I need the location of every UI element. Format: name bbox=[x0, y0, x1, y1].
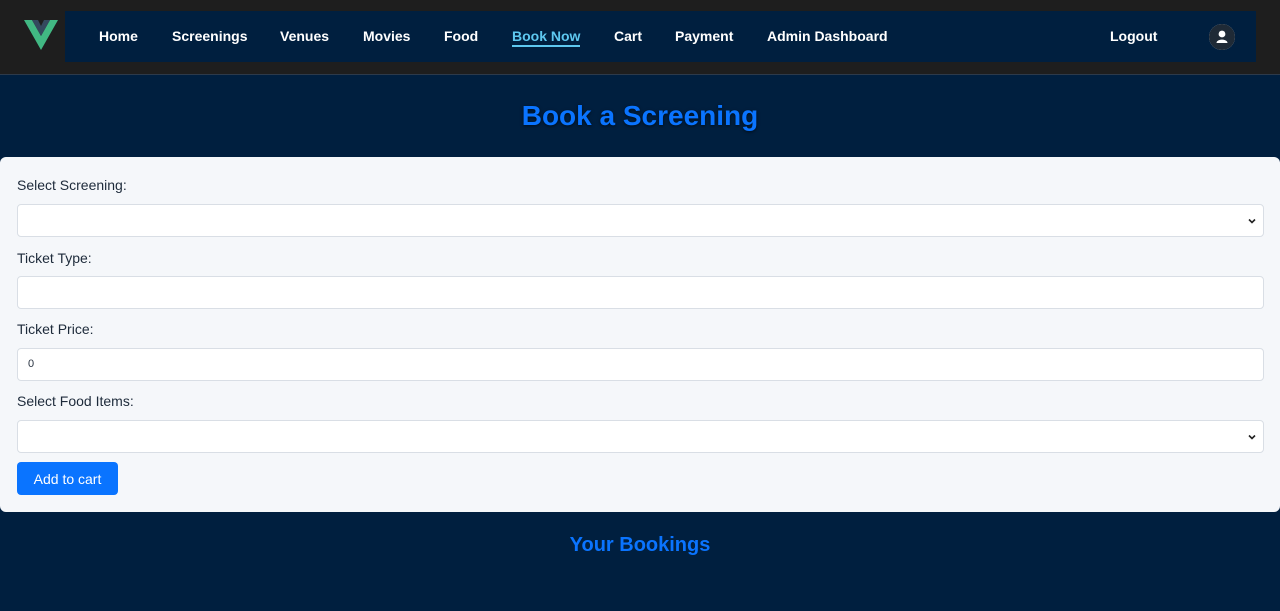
your-bookings-heading: Your Bookings bbox=[569, 534, 711, 556]
page-title: Book a Screening bbox=[521, 100, 759, 131]
ticket-price-value: 0 bbox=[28, 358, 35, 370]
logout-link[interactable]: Logout bbox=[1110, 28, 1157, 44]
chevron-down-icon bbox=[1248, 434, 1256, 440]
top-bar: Home Screenings Venues Movies Food Book … bbox=[0, 0, 1280, 75]
nav-payment[interactable]: Payment bbox=[675, 28, 733, 44]
booking-form: Select Screening: Ticket Type: Ticket Pr… bbox=[0, 157, 1280, 512]
screening-label: Select Screening: bbox=[17, 177, 127, 193]
chevron-down-icon bbox=[1248, 218, 1256, 224]
food-items-label: Select Food Items: bbox=[17, 393, 134, 409]
user-icon bbox=[1209, 24, 1235, 50]
food-items-select[interactable] bbox=[17, 420, 1264, 453]
nav-food[interactable]: Food bbox=[444, 28, 478, 44]
user-avatar[interactable] bbox=[1209, 24, 1235, 50]
nav-book-now[interactable]: Book Now bbox=[512, 28, 581, 47]
ticket-type-input[interactable] bbox=[17, 276, 1264, 309]
screening-select[interactable] bbox=[17, 204, 1264, 237]
main-navigation: Home Screenings Venues Movies Food Book … bbox=[65, 11, 1256, 62]
add-to-cart-button[interactable]: Add to cart bbox=[17, 462, 118, 495]
ticket-type-label: Ticket Type: bbox=[17, 250, 92, 266]
nav-admin-dashboard[interactable]: Admin Dashboard bbox=[767, 28, 888, 44]
ticket-price-input[interactable]: 0 bbox=[17, 348, 1264, 381]
nav-movies[interactable]: Movies bbox=[363, 28, 410, 44]
nav-venues[interactable]: Venues bbox=[280, 28, 329, 44]
nav-home[interactable]: Home bbox=[99, 28, 138, 44]
ticket-price-label: Ticket Price: bbox=[17, 321, 94, 337]
nav-screenings[interactable]: Screenings bbox=[172, 28, 247, 44]
vue-logo-icon[interactable] bbox=[24, 20, 58, 50]
nav-cart[interactable]: Cart bbox=[614, 28, 642, 44]
